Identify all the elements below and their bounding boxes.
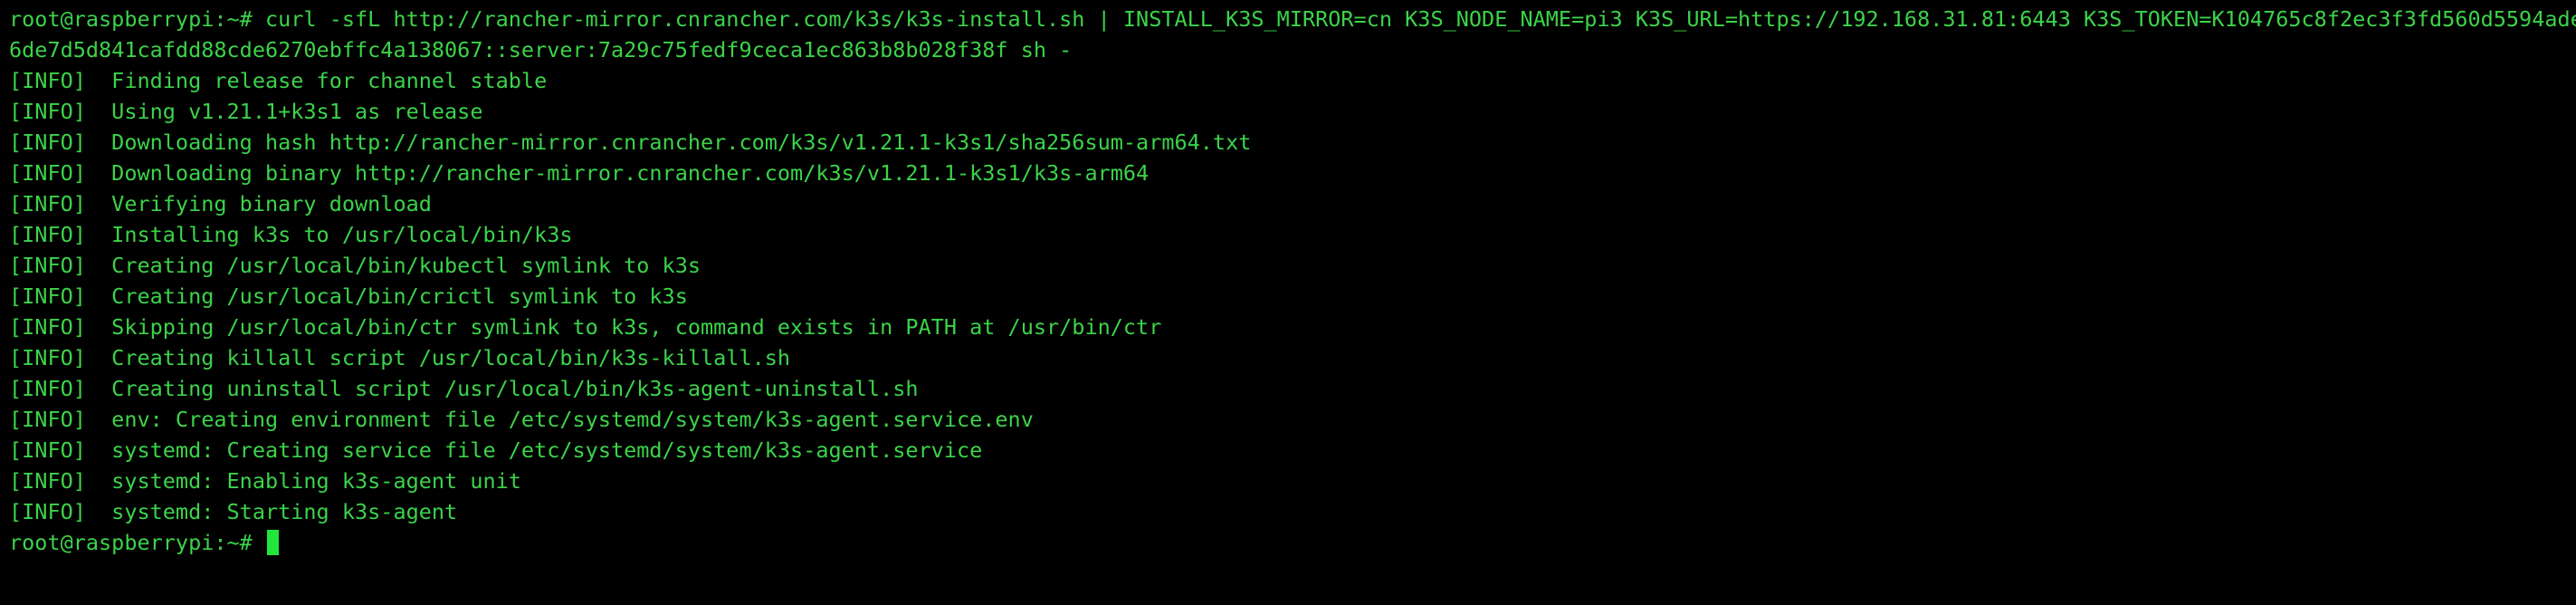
output-line: [INFO] Finding release for channel stabl… (9, 68, 548, 93)
output-line: [INFO] Skipping /usr/local/bin/ctr symli… (9, 314, 1162, 340)
output-line: [INFO] env: Creating environment file /e… (9, 407, 1034, 432)
text-cursor[interactable] (266, 530, 279, 555)
prompt-line[interactable]: root@raspberrypi:~# (9, 527, 2576, 558)
output-line: [INFO] Using v1.21.1+k3s1 as release (9, 99, 483, 124)
output-line: [INFO] systemd: Starting k3s-agent (9, 499, 458, 524)
output-line: [INFO] Creating /usr/local/bin/crictl sy… (9, 283, 688, 309)
output-line: [INFO] Creating killall script /usr/loca… (9, 345, 791, 370)
output-line: [INFO] Creating uninstall script /usr/lo… (9, 376, 919, 401)
output-line: [INFO] Downloading hash http://rancher-m… (9, 130, 1252, 155)
output-line: [INFO] Creating /usr/local/bin/kubectl s… (9, 253, 701, 278)
output-line: [INFO] systemd: Creating service file /e… (9, 437, 983, 463)
output-line: [INFO] systemd: Enabling k3s-agent unit (9, 468, 521, 494)
output-line: [INFO] Installing k3s to /usr/local/bin/… (9, 222, 573, 247)
command-line-wrap: 6de7d5d841cafdd88cde6270ebffc4a138067::s… (9, 37, 1073, 62)
command-line: root@raspberrypi:~# curl -sfL http://ran… (9, 6, 2576, 32)
terminal-window[interactable]: root@raspberrypi:~# curl -sfL http://ran… (0, 0, 2576, 605)
output-line: [INFO] Downloading binary http://rancher… (9, 160, 1150, 186)
output-line: [INFO] Verifying binary download (9, 191, 432, 216)
shell-prompt: root@raspberrypi:~# (9, 530, 265, 555)
